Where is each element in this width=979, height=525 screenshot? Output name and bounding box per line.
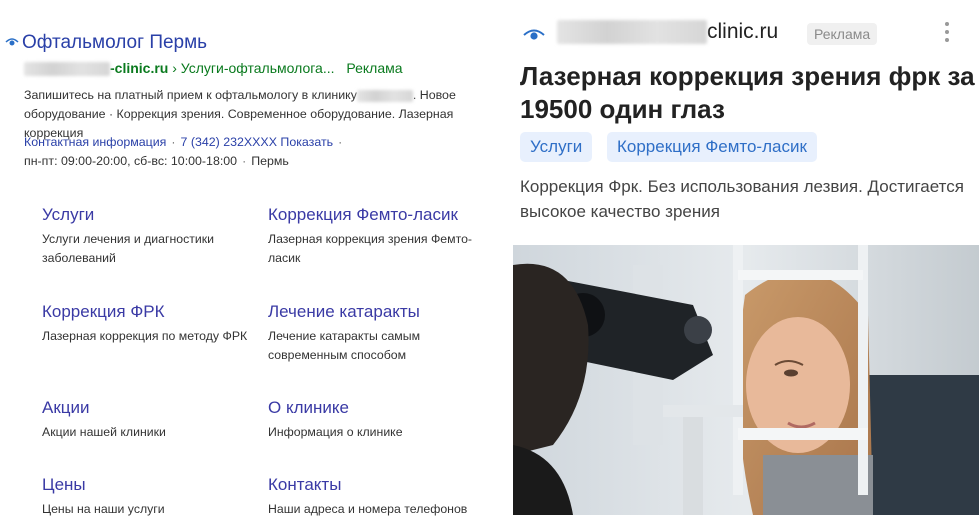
sitelink-desc: Наши адреса и номера телефонов bbox=[268, 502, 468, 516]
kebab-menu-icon[interactable] bbox=[937, 18, 957, 46]
ad-url-row: -clinic.ru › Услуги-офтальмолога... Рекл… bbox=[24, 60, 403, 77]
blurred-clinic-name bbox=[356, 89, 413, 102]
eye-exam-photo[interactable] bbox=[513, 245, 979, 515]
sitelink[interactable]: Лечение катаракты Лечение катаракты самы… bbox=[268, 301, 488, 365]
city: Пермь bbox=[251, 154, 289, 168]
ad-label-badge: Реклама bbox=[807, 23, 878, 45]
sitelink[interactable]: Цены Цены на наши услуги bbox=[42, 474, 262, 519]
eye-icon bbox=[523, 29, 545, 40]
phone-number[interactable]: 7 (342) 232XXXX bbox=[181, 135, 277, 149]
sitelink-desc: Акции нашей клиники bbox=[42, 425, 166, 439]
ad-description: Коррекция Фрк. Без использования лезвия.… bbox=[520, 177, 964, 221]
sitelink-title[interactable]: Коррекция Фемто-ласик bbox=[268, 204, 488, 226]
ad-domain-link[interactable]: -clinic.ru bbox=[110, 60, 168, 76]
sitelink-desc: Информация о клинике bbox=[268, 425, 403, 439]
sitelink-title[interactable]: О клинике bbox=[268, 397, 488, 419]
sitelink-title[interactable]: Контакты bbox=[268, 474, 488, 496]
ad-contact-row: Контактная информация · 7 (342) 232XXXX По… bbox=[24, 133, 494, 171]
sitelink-title[interactable]: Услуги bbox=[42, 204, 262, 226]
sitelink-title[interactable]: Лечение катаракты bbox=[268, 301, 488, 323]
sitelink-desc: Лазерная коррекция по методу ФРК bbox=[42, 329, 248, 343]
sitelink[interactable]: Контакты Наши адреса и номера телефонов bbox=[268, 474, 488, 519]
eye-exam-illustration bbox=[513, 245, 979, 515]
search-ad: Офтальмолог Пермь -clinic.ru › Услуги-оф… bbox=[0, 0, 505, 525]
chip-femto-lasik[interactable]: Коррекция Фемто-ласик bbox=[607, 132, 817, 162]
ad-label: Реклама bbox=[346, 60, 403, 76]
ad-title-link[interactable]: Офтальмолог Пермь bbox=[22, 32, 207, 54]
sitelink-desc: Цены на наши услуги bbox=[42, 502, 165, 516]
blurred-domain-prefix bbox=[557, 20, 707, 45]
sitelink-title[interactable]: Коррекция ФРК bbox=[42, 301, 262, 323]
sitelink-desc: Услуги лечения и диагностики заболеваний bbox=[42, 232, 214, 265]
ad-domain-suffix: clinic.ru bbox=[707, 20, 779, 43]
sitelink[interactable]: Коррекция Фемто-ласик Лазерная коррекция… bbox=[268, 204, 488, 268]
contact-info-link[interactable]: Контактная информация bbox=[24, 135, 166, 149]
sitelink-desc: Лечение катаракты самым современным спос… bbox=[268, 329, 421, 362]
ad-domain[interactable]: clinic.ru bbox=[557, 20, 779, 45]
chip-services[interactable]: Услуги bbox=[520, 132, 593, 162]
sitelink-title[interactable]: Цены bbox=[42, 474, 262, 496]
eye-icon bbox=[5, 38, 19, 46]
working-hours: пн-пт: 09:00-20:00, сб-вс: 10:00-18:00 bbox=[24, 154, 238, 168]
blurred-domain-prefix bbox=[24, 62, 110, 77]
ad-description-part1: Запишитесь на платный прием к офтальмоло… bbox=[24, 88, 357, 102]
separator-dot: · bbox=[171, 135, 176, 149]
sitelink[interactable]: О клинике Информация о клинике bbox=[268, 397, 488, 442]
separator-dot: · bbox=[242, 154, 247, 168]
sitelink-title[interactable]: Акции bbox=[42, 397, 262, 419]
show-phone-link[interactable]: Показать bbox=[280, 135, 333, 149]
ad-headline[interactable]: Лазерная коррекция зрения фрк за 19500 о… bbox=[520, 60, 975, 126]
feed-ad-card[interactable]: clinic.ru Реклама Лазерная коррекция зре… bbox=[505, 0, 979, 525]
sitelink[interactable]: Акции Акции нашей клиники bbox=[42, 397, 262, 442]
ad-breadcrumb-link[interactable]: › Услуги-офтальмолога... bbox=[172, 60, 334, 76]
sitelink[interactable]: Услуги Услуги лечения и диагностики забо… bbox=[42, 204, 262, 268]
separator-dot: · bbox=[338, 135, 343, 149]
sitelink[interactable]: Коррекция ФРК Лазерная коррекция по мето… bbox=[42, 301, 262, 346]
sitelink-desc: Лазерная коррекция зрения Фемто-ласик bbox=[268, 232, 473, 265]
